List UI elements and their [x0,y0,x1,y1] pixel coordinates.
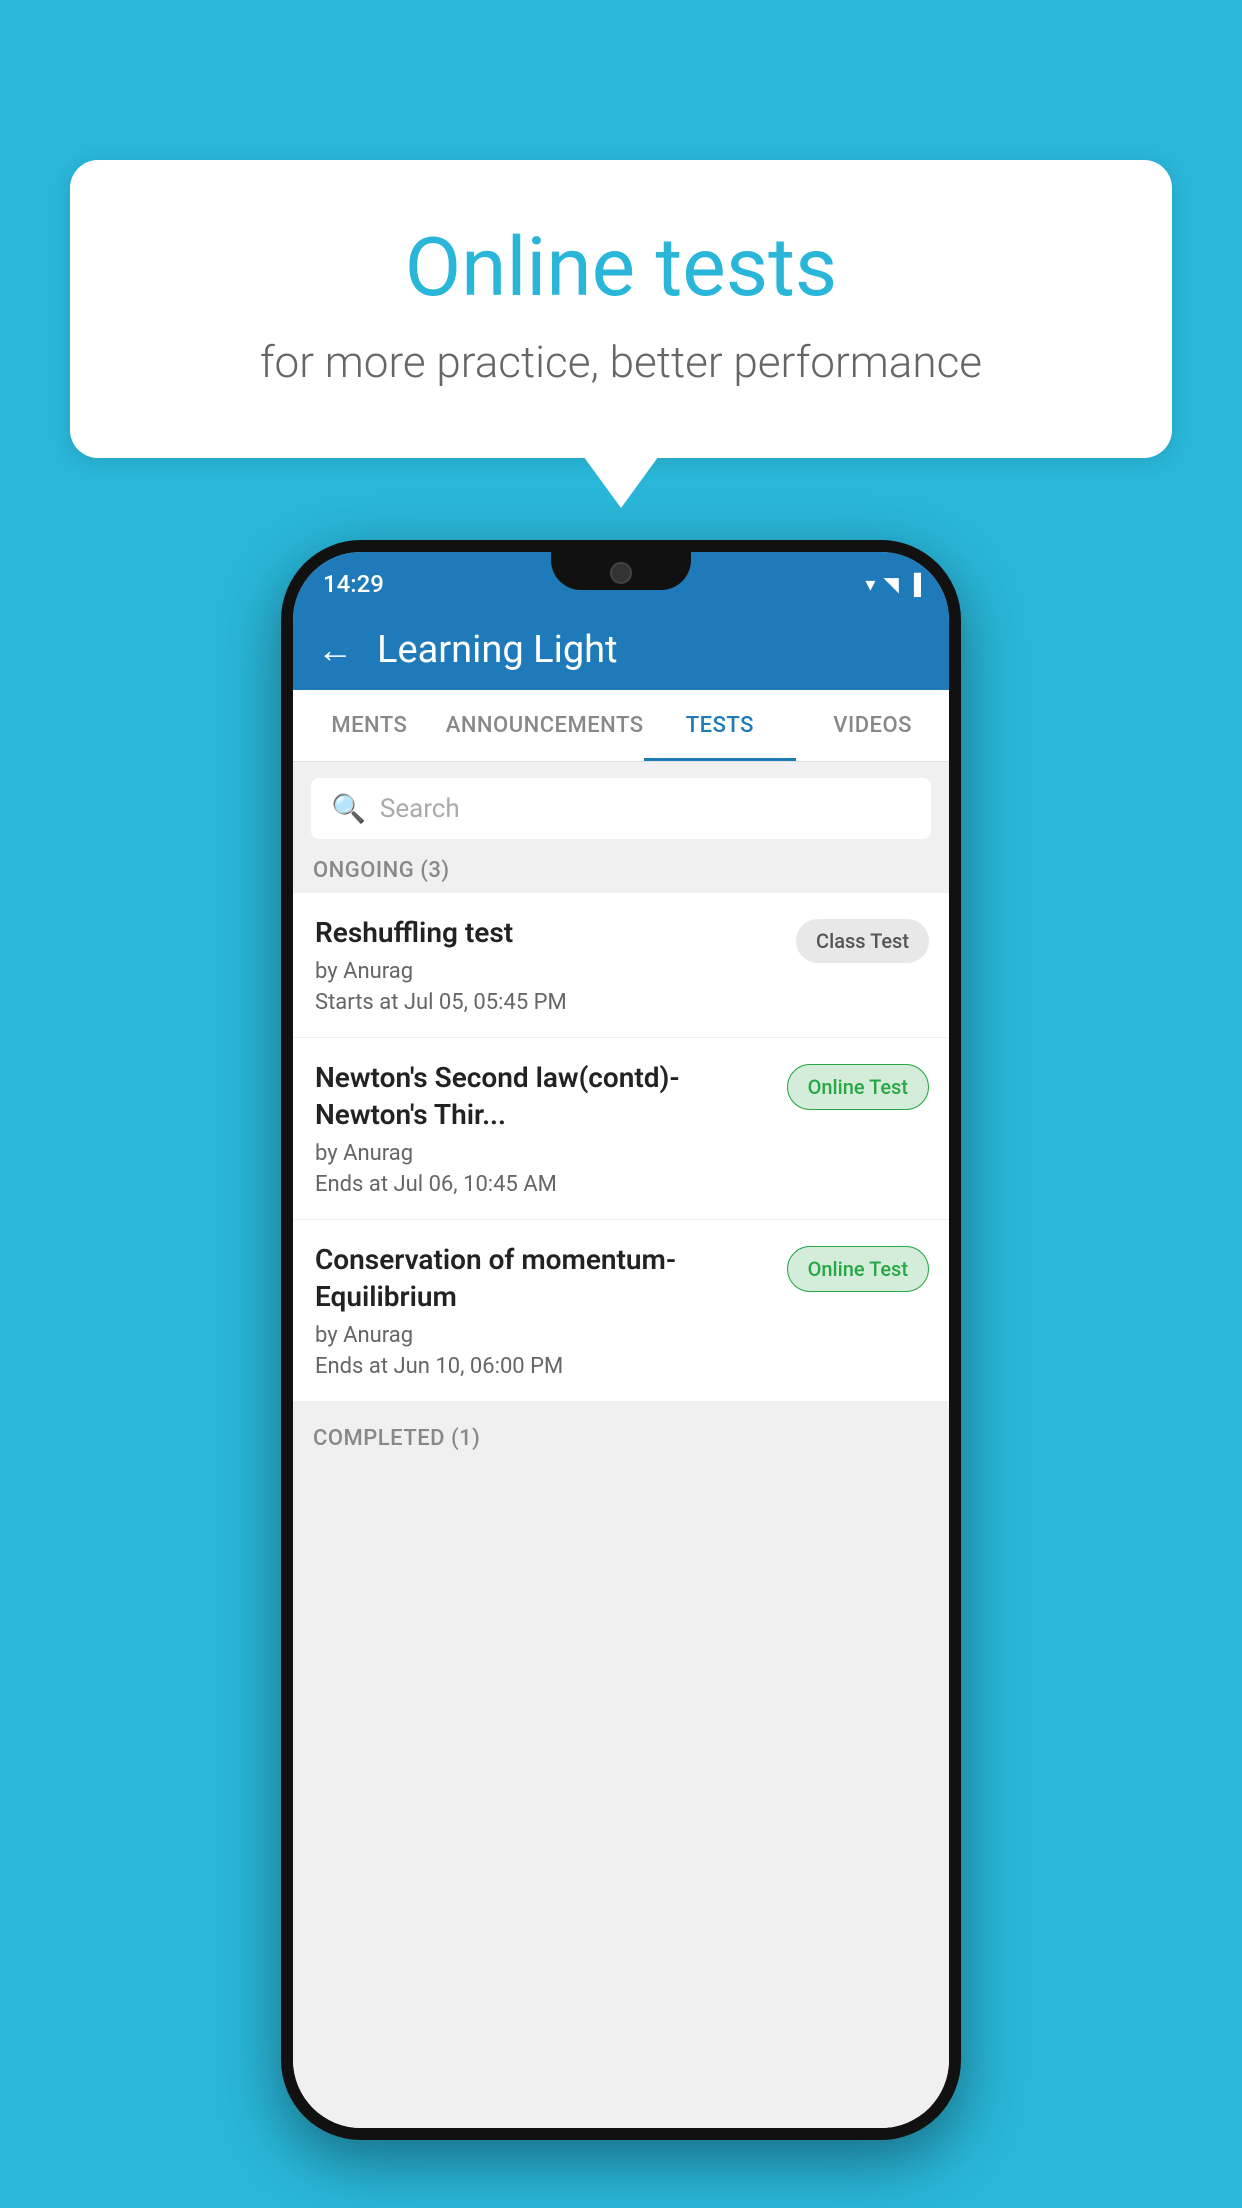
tab-tests[interactable]: TESTS [644,690,797,761]
test-item[interactable]: Conservation of momentum-Equilibrium by … [293,1220,949,1402]
test-info: Newton's Second law(contd)-Newton's Thir… [315,1060,787,1197]
test-info: Conservation of momentum-Equilibrium by … [315,1242,787,1379]
app-title: Learning Light [377,628,618,672]
phone-frame: 14:29 ▾ ◥ ▐ ← Learning Light MENTS ANNOU… [281,540,961,2140]
test-item[interactable]: Reshuffling test by Anurag Starts at Jul… [293,893,949,1038]
test-badge-online-2: Online Test [787,1246,929,1292]
completed-header: COMPLETED (1) [293,1410,949,1461]
app-header: ← Learning Light [293,610,949,690]
search-input[interactable]: Search [380,794,460,824]
test-author: by Anurag [315,1141,771,1166]
phone-inner: 14:29 ▾ ◥ ▐ ← Learning Light MENTS ANNOU… [293,552,949,2128]
tab-videos[interactable]: VIDEOS [796,690,949,761]
bubble-subtitle: for more practice, better performance [150,336,1092,388]
speech-bubble: Online tests for more practice, better p… [70,160,1172,458]
ongoing-header: ONGOING (3) [293,842,949,893]
bubble-title: Online tests [150,220,1092,316]
back-button[interactable]: ← [317,629,353,671]
test-badge-class: Class Test [796,919,929,963]
test-date: Ends at Jun 10, 06:00 PM [315,1354,771,1379]
camera [610,562,632,584]
test-name: Newton's Second law(contd)-Newton's Thir… [315,1060,771,1133]
wifi-icon: ▾ [865,572,875,596]
test-info: Reshuffling test by Anurag Starts at Jul… [315,915,796,1015]
test-date: Starts at Jul 05, 05:45 PM [315,990,780,1015]
content-area: ONGOING (3) Reshuffling test by Anurag S… [293,842,949,2128]
search-bar[interactable]: 🔍 Search [311,778,931,839]
test-item[interactable]: Newton's Second law(contd)-Newton's Thir… [293,1038,949,1220]
test-name: Reshuffling test [315,915,780,951]
search-icon: 🔍 [331,792,366,825]
tab-ments[interactable]: MENTS [293,690,446,761]
battery-icon: ▐ [907,572,921,597]
notch [551,552,691,590]
tab-announcements[interactable]: ANNOUNCEMENTS [446,690,644,761]
status-time: 14:29 [323,564,384,598]
tabs-bar: MENTS ANNOUNCEMENTS TESTS VIDEOS [293,690,949,762]
test-name: Conservation of momentum-Equilibrium [315,1242,771,1315]
test-author: by Anurag [315,1323,771,1348]
test-author: by Anurag [315,959,780,984]
test-date: Ends at Jul 06, 10:45 AM [315,1172,771,1197]
status-icons: ▾ ◥ ▐ [865,566,921,597]
test-badge-online: Online Test [787,1064,929,1110]
test-list: Reshuffling test by Anurag Starts at Jul… [293,893,949,1402]
signal-icon: ◥ [883,572,898,596]
